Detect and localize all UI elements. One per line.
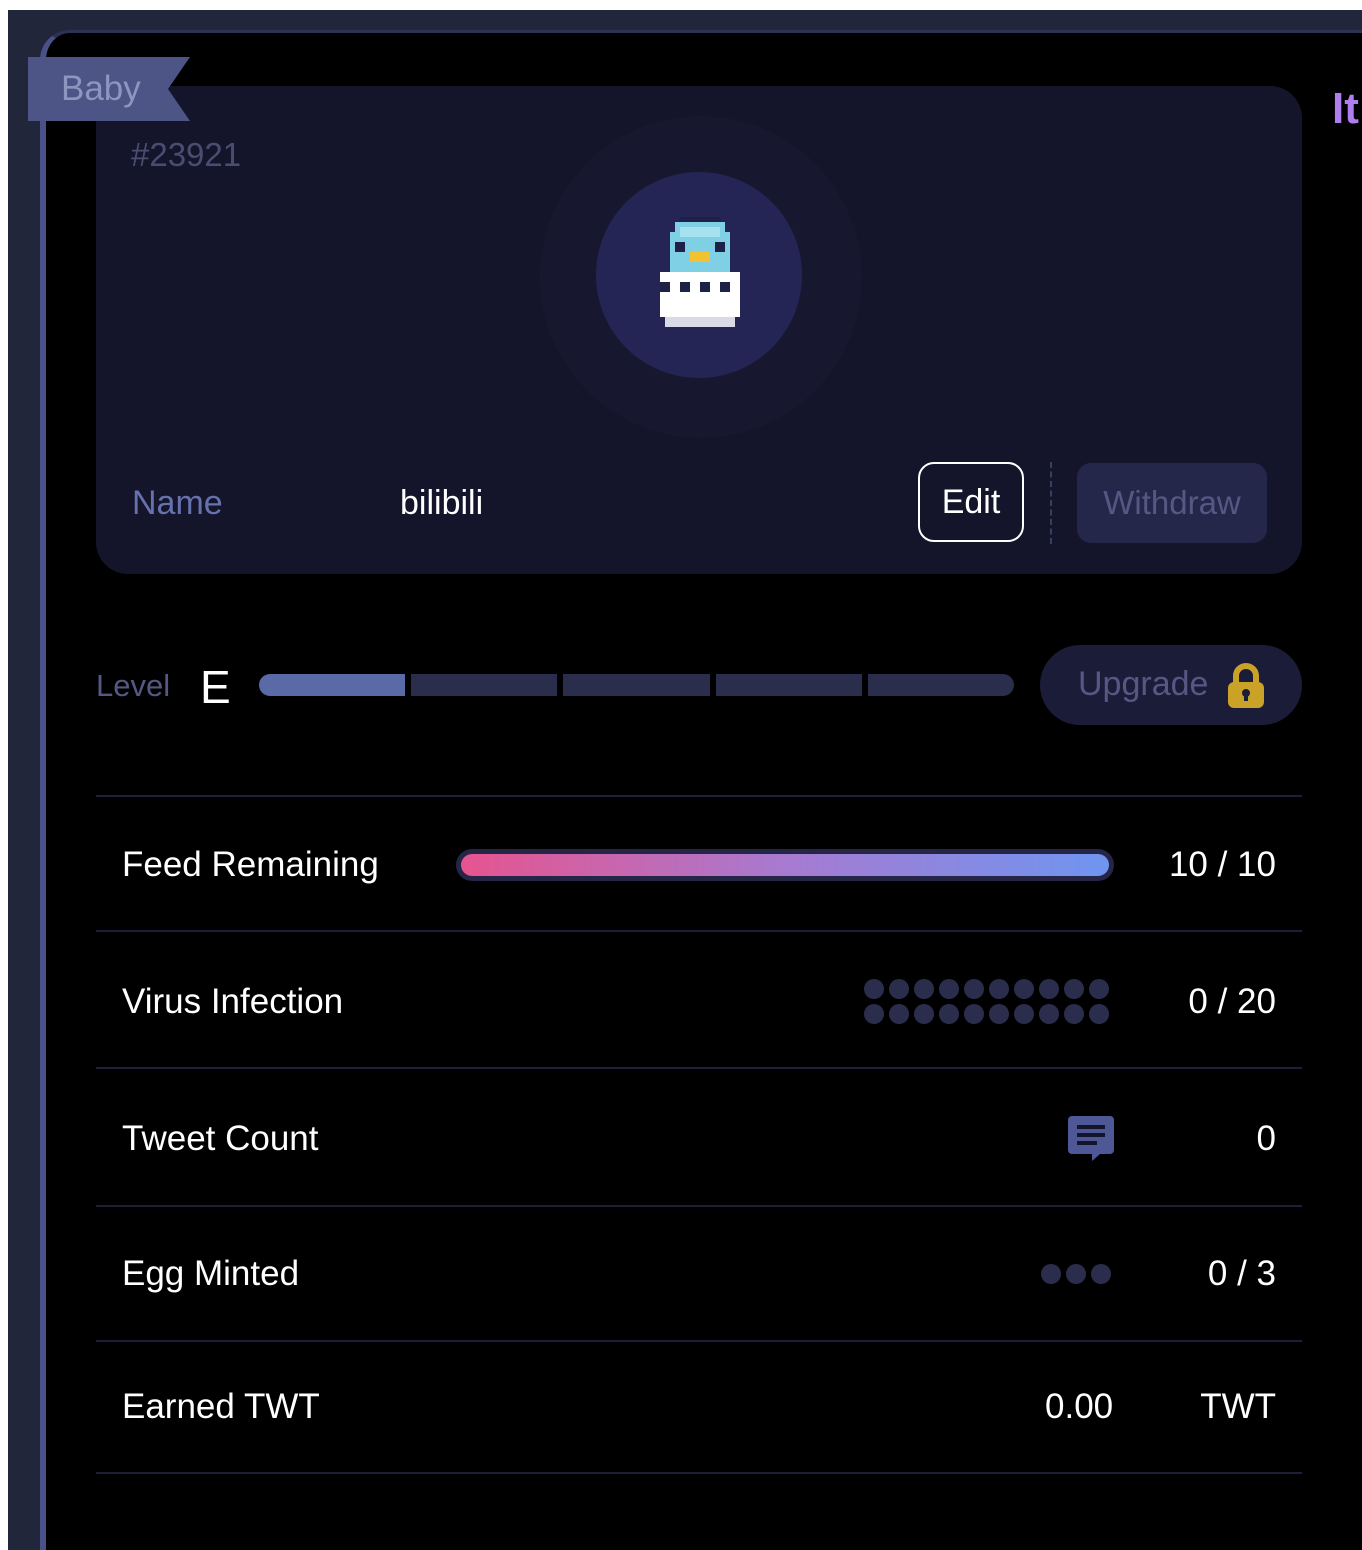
stage-badge: Baby bbox=[28, 57, 190, 121]
virus-dot bbox=[864, 979, 884, 999]
virus-infection-dots bbox=[864, 979, 1112, 1025]
virus-dot bbox=[1039, 979, 1059, 999]
level-segment bbox=[867, 674, 1014, 696]
egg-dot bbox=[1091, 1264, 1111, 1284]
virus-dot bbox=[1014, 979, 1034, 999]
row-divider bbox=[96, 795, 1302, 797]
earned-twt-amount: 0.00 bbox=[1045, 1387, 1114, 1426]
virus-dot bbox=[939, 1004, 959, 1024]
tweet-count-label: Tweet Count bbox=[122, 1119, 319, 1158]
virus-dot bbox=[964, 1004, 984, 1024]
egg-dot bbox=[1041, 1264, 1061, 1284]
virus-dot bbox=[864, 1004, 884, 1024]
virus-dot bbox=[1039, 1004, 1059, 1024]
side-section-title: It bbox=[1332, 84, 1359, 133]
virus-dot bbox=[914, 1004, 934, 1024]
level-segment bbox=[715, 674, 862, 696]
level-grade: E bbox=[200, 661, 231, 713]
level-segment bbox=[411, 674, 558, 696]
row-divider bbox=[96, 930, 1302, 932]
virus-dot bbox=[964, 979, 984, 999]
virus-dot bbox=[989, 979, 1009, 999]
virus-dot bbox=[889, 1004, 909, 1024]
stage-badge-label: Baby bbox=[61, 69, 141, 108]
feed-remaining-label: Feed Remaining bbox=[122, 845, 379, 884]
feed-progress-fill bbox=[461, 854, 1109, 876]
button-divider bbox=[1050, 462, 1052, 544]
tweet-count-value: 0 bbox=[1256, 1119, 1276, 1158]
virus-dot bbox=[939, 979, 959, 999]
name-label: Name bbox=[132, 484, 223, 522]
level-segment bbox=[563, 674, 710, 696]
row-divider bbox=[96, 1067, 1302, 1069]
upgrade-button[interactable]: Upgrade bbox=[1040, 645, 1302, 725]
virus-infection-label: Virus Infection bbox=[122, 982, 344, 1021]
level-segment bbox=[259, 674, 406, 696]
withdraw-button[interactable]: Withdraw bbox=[1077, 463, 1267, 543]
earned-twt-label: Earned TWT bbox=[122, 1387, 320, 1426]
row-divider bbox=[96, 1205, 1302, 1207]
egg-minted-label: Egg Minted bbox=[122, 1254, 300, 1293]
virus-dot bbox=[989, 1004, 1009, 1024]
virus-dot bbox=[1014, 1004, 1034, 1024]
pet-name: bilibili bbox=[400, 484, 484, 522]
earned-twt-unit: TWT bbox=[1200, 1387, 1276, 1426]
egg-minted-value: 0 / 3 bbox=[1207, 1254, 1276, 1293]
virus-dot bbox=[889, 979, 909, 999]
tweet-icon bbox=[1068, 1116, 1114, 1161]
virus-dot bbox=[1064, 979, 1084, 999]
egg-dot bbox=[1066, 1264, 1086, 1284]
virus-infection-value: 0 / 20 bbox=[1188, 982, 1276, 1021]
egg-minted-dots bbox=[1041, 1264, 1113, 1284]
virus-dot bbox=[1089, 979, 1109, 999]
upgrade-label: Upgrade bbox=[1078, 665, 1209, 703]
avatar bbox=[596, 172, 802, 378]
feed-progress-track bbox=[456, 849, 1114, 881]
virus-dot bbox=[914, 979, 934, 999]
pixel-chick-hatchling-icon bbox=[660, 217, 740, 327]
row-divider bbox=[96, 1340, 1302, 1342]
level-label: Level bbox=[96, 668, 171, 703]
virus-dot bbox=[1064, 1004, 1084, 1024]
lock-icon bbox=[1228, 663, 1264, 708]
edit-button[interactable]: Edit bbox=[918, 462, 1024, 542]
virus-dot bbox=[1089, 1004, 1109, 1024]
token-id: #23921 bbox=[131, 136, 242, 173]
row-divider bbox=[96, 1472, 1302, 1474]
feed-remaining-value: 10 / 10 bbox=[1168, 845, 1276, 884]
